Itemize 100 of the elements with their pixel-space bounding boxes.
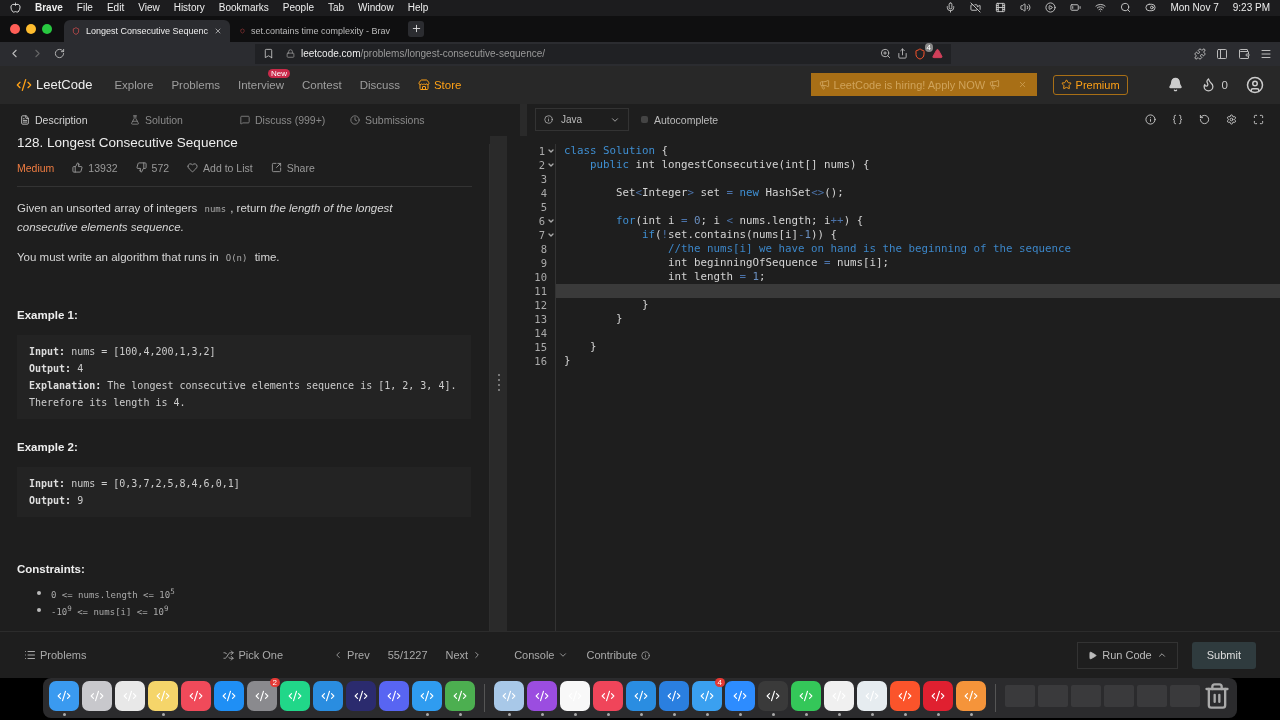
like-button[interactable]: 13932: [72, 161, 118, 174]
braces-icon[interactable]: [1172, 114, 1183, 126]
extensions-icon[interactable]: [1194, 47, 1206, 60]
menu-item[interactable]: History: [173, 2, 205, 14]
share-icon[interactable]: [897, 48, 908, 60]
menu-icon[interactable]: [1260, 47, 1272, 60]
browser-tab[interactable]: Longest Consecutive Sequenc: [64, 19, 230, 42]
app-icon[interactable]: [115, 680, 145, 711]
nav-link[interactable]: Discuss: [359, 78, 400, 91]
app-icon[interactable]: [494, 680, 524, 711]
zoom-window-button[interactable]: [42, 23, 52, 34]
app-icon[interactable]: [379, 680, 409, 711]
triangle-icon[interactable]: [932, 48, 943, 60]
app-icon[interactable]: [692, 680, 722, 711]
app-icon[interactable]: [824, 680, 854, 711]
menu-item[interactable]: View: [138, 2, 160, 14]
control-center-icon[interactable]: [1145, 2, 1157, 14]
app-icon[interactable]: [593, 680, 623, 711]
microphone-icon[interactable]: [945, 2, 957, 14]
app-icon[interactable]: [857, 680, 887, 711]
menu-item[interactable]: Brave: [35, 2, 63, 14]
bookmark-icon[interactable]: [263, 48, 274, 60]
app-icon[interactable]: [758, 680, 788, 711]
app-icon[interactable]: [890, 680, 920, 711]
flame-icon[interactable]: [1200, 77, 1216, 93]
menu-item[interactable]: People: [282, 2, 314, 14]
app-icon[interactable]: [148, 680, 178, 711]
minimize-window-button[interactable]: [26, 23, 36, 34]
problem-tab[interactable]: Solution: [130, 113, 240, 126]
wallet-icon[interactable]: [1238, 47, 1250, 60]
menu-item[interactable]: Window: [358, 2, 394, 14]
camera-off-icon[interactable]: [970, 2, 982, 14]
menu-item[interactable]: File: [76, 2, 93, 14]
app-icon[interactable]: [659, 680, 689, 711]
info-icon[interactable]: [1145, 114, 1156, 126]
app-icon[interactable]: [725, 680, 755, 711]
share-button[interactable]: Share: [270, 161, 315, 174]
app-icon[interactable]: [560, 680, 590, 711]
problem-tab[interactable]: Description: [20, 113, 130, 126]
app-icon[interactable]: [412, 680, 442, 711]
address-field[interactable]: leetcode.com/problems/longest-consecutive-sequence/ 4: [255, 43, 951, 64]
app-icon[interactable]: [956, 680, 986, 711]
app-icon[interactable]: [445, 680, 475, 711]
premium-button[interactable]: Premium: [1052, 74, 1128, 95]
menu-item[interactable]: Bookmarks: [218, 2, 269, 14]
next-button[interactable]: Next: [445, 649, 483, 662]
fullscreen-icon[interactable]: [1253, 114, 1264, 126]
sidebar-icon[interactable]: [1216, 47, 1228, 60]
run-code-button[interactable]: Run Code: [1077, 641, 1178, 669]
settings-icon[interactable]: [1226, 114, 1237, 126]
app-icon[interactable]: [247, 680, 277, 711]
reset-icon[interactable]: [1199, 114, 1210, 126]
console-button[interactable]: Console: [514, 649, 569, 662]
trash-icon[interactable]: [1203, 681, 1231, 710]
pick-one-button[interactable]: Pick One: [223, 649, 284, 662]
app-icon[interactable]: [280, 680, 310, 711]
app-icon[interactable]: [527, 680, 557, 711]
dislike-button[interactable]: 572: [135, 161, 170, 174]
nav-link[interactable]: Explore: [114, 78, 154, 91]
apple-icon[interactable]: [10, 2, 21, 14]
play-icon[interactable]: [1045, 2, 1057, 14]
submit-button[interactable]: Submit: [1191, 641, 1256, 669]
menu-item[interactable]: Edit: [106, 2, 125, 14]
browser-tab[interactable]: set.contains time complexity - Brav: [232, 19, 398, 42]
avatar-icon[interactable]: [1246, 75, 1264, 94]
battery-icon[interactable]: [1070, 2, 1082, 14]
app-icon[interactable]: [923, 680, 953, 711]
app-icon[interactable]: [791, 680, 821, 711]
zoom-icon[interactable]: [880, 48, 891, 60]
app-icon[interactable]: [82, 680, 112, 711]
nav-link[interactable]: Contest: [302, 78, 342, 91]
resize-handle[interactable]: [497, 373, 500, 394]
close-window-button[interactable]: [10, 23, 20, 34]
nav-link[interactable]: Store: [417, 78, 462, 91]
new-tab-button[interactable]: [408, 20, 424, 37]
problem-tab[interactable]: Discuss (999+): [240, 113, 350, 126]
app-icon[interactable]: [626, 680, 656, 711]
menu-item[interactable]: Tab: [327, 2, 345, 14]
bell-icon[interactable]: [1167, 77, 1183, 93]
problems-button[interactable]: Problems: [24, 649, 87, 662]
app-icon[interactable]: [214, 680, 244, 711]
logo-icon[interactable]: [16, 76, 32, 93]
screen-icon[interactable]: [995, 2, 1007, 14]
add-to-list-button[interactable]: Add to List: [187, 161, 253, 174]
wifi-icon[interactable]: [1095, 2, 1107, 14]
nav-link[interactable]: Interview: [237, 78, 284, 91]
brand-name[interactable]: LeetCode: [36, 77, 93, 93]
reload-icon[interactable]: [54, 48, 65, 60]
problem-tab[interactable]: Submissions: [350, 113, 460, 126]
app-icon[interactable]: [181, 680, 211, 711]
contribute-button[interactable]: Contribute: [586, 649, 651, 662]
prev-button[interactable]: Prev: [333, 649, 370, 662]
language-select[interactable]: Java: [535, 108, 629, 132]
menu-item[interactable]: Help: [407, 2, 429, 14]
app-icon[interactable]: [313, 680, 343, 711]
app-icon[interactable]: [346, 680, 376, 711]
autocomplete-toggle[interactable]: Autocomplete: [641, 113, 719, 126]
search-icon[interactable]: [1120, 2, 1132, 14]
app-icon[interactable]: [49, 680, 79, 711]
nav-link[interactable]: Problems: [171, 78, 220, 91]
